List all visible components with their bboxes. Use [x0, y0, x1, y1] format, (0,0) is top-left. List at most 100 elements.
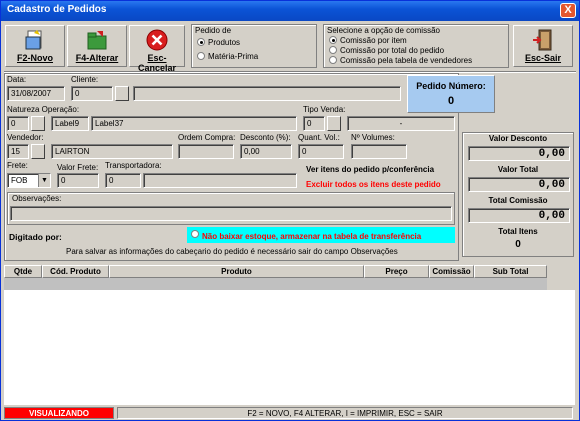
valor-total-value: 0,00: [468, 177, 570, 192]
observacoes-input[interactable]: [10, 206, 452, 221]
digitado-por-label: Digitado por:: [9, 232, 62, 242]
natureza-search-button[interactable]: [31, 116, 45, 131]
ordem-compra-label: Ordem Compra:: [178, 133, 236, 142]
frete-select-value: FOB: [11, 176, 28, 185]
radio-materia-prima-label: Matéria-Prima: [208, 52, 259, 61]
col-comissao[interactable]: Comissão: [429, 265, 474, 278]
items-grid-header: Qtde Cód. Produto Produto Preço Comissão…: [4, 265, 547, 278]
observacoes-label: Observações:: [12, 194, 62, 203]
cancelar-label: Esc-Cancelar: [137, 53, 177, 73]
natureza-label37-field: Label37: [91, 116, 297, 131]
col-preco[interactable]: Preço: [364, 265, 429, 278]
valor-desconto-label: Valor Desconto: [488, 134, 548, 143]
col-sub-total[interactable]: Sub Total: [474, 265, 547, 278]
sair-label: Esc-Sair: [524, 53, 562, 63]
vendedor-search-button[interactable]: [31, 144, 45, 159]
ver-itens-link[interactable]: Ver itens do pedido p/conferência: [306, 165, 434, 174]
radio-comissao-item-dot[interactable]: [329, 36, 337, 44]
radio-comissao-total-dot[interactable]: [329, 46, 337, 54]
novo-button[interactable]: F2-Novo: [5, 25, 65, 67]
col-produto[interactable]: Produto: [109, 265, 364, 278]
cliente-code-input[interactable]: 0: [71, 86, 113, 101]
vendedor-code-input[interactable]: 15: [7, 144, 29, 159]
transportadora-label: Transportadora:: [105, 161, 162, 170]
data-input[interactable]: 31/08/2007: [7, 86, 65, 101]
shortcuts-bar: F2 = NOVO, F4 ALTERAR, I = IMPRIMIR, ESC…: [117, 407, 573, 419]
radio-comissao-item-label: Comissão por item: [340, 36, 407, 45]
total-comissao-value: 0,00: [468, 208, 570, 223]
natureza-label9-field: Label9: [51, 116, 89, 131]
col-cod-produto[interactable]: Cód. Produto: [42, 265, 109, 278]
quant-vol-input[interactable]: 0: [298, 144, 344, 159]
new-document-icon: [25, 30, 42, 50]
tipo-venda-search-button[interactable]: [327, 116, 341, 131]
alterar-label: F4-Alterar: [75, 53, 119, 63]
comissao-title: Selecione a opção de comissão: [327, 26, 440, 35]
chevron-down-icon[interactable]: ▼: [38, 174, 50, 187]
vendedor-name-field: LAIRTON: [51, 144, 173, 159]
novo-label: F2-Novo: [17, 53, 53, 63]
pedido-numero-box: Pedido Número: 0: [407, 75, 495, 113]
pedido-numero-value: 0: [447, 95, 455, 107]
mode-indicator: VISUALIZANDO: [4, 407, 114, 419]
vendedor-label: Vendedor:: [7, 133, 44, 142]
sair-button[interactable]: Esc-Sair: [513, 25, 573, 67]
alterar-button[interactable]: F4-Alterar: [67, 25, 127, 67]
volumes-label: Nº Volumes:: [351, 133, 395, 142]
cliente-name-input[interactable]: [133, 86, 401, 101]
radio-produtos-dot[interactable]: [197, 38, 205, 46]
desconto-input[interactable]: 0,00: [240, 144, 292, 159]
total-itens-value: 0: [515, 239, 521, 250]
pedido-de-group: Pedido de Produtos Matéria-Prima: [191, 24, 317, 68]
comissao-group: Selecione a opção de comissão Comissão p…: [323, 24, 509, 68]
radio-comissao-tabela-label: Comissão pela tabela de vendedores: [340, 56, 473, 65]
frete-select[interactable]: FOB ▼: [7, 173, 51, 188]
tipo-venda-label: Tipo Venda:: [303, 105, 346, 114]
total-itens-label: Total Itens: [498, 227, 538, 236]
frete-label: Frete:: [7, 161, 28, 170]
title-bar: Cadastro de Pedidos: [1, 1, 579, 21]
items-grid-body[interactable]: [4, 290, 575, 405]
col-qtde[interactable]: Qtde: [4, 265, 42, 278]
total-comissao-label: Total Comissão: [488, 196, 548, 205]
transportadora-name-field: [143, 173, 297, 188]
nao-baixar-label: Não baixar estoque, armazenar na tabela …: [202, 232, 422, 241]
window-close-button[interactable]: X: [560, 3, 576, 18]
radio-comissao-total[interactable]: Comissão por total do pedido: [329, 46, 444, 55]
data-label: Data:: [7, 75, 27, 84]
cancel-icon: [146, 29, 168, 51]
valor-frete-label: Valor Frete:: [57, 163, 99, 172]
radio-comissao-item[interactable]: Comissão por item: [329, 36, 407, 45]
radio-produtos-label: Produtos: [208, 38, 241, 47]
radio-materia-prima[interactable]: Matéria-Prima: [197, 52, 258, 61]
natureza-label: Natureza Operação:: [7, 105, 80, 114]
excluir-itens-link[interactable]: Excluir todos os itens deste pedido: [306, 180, 441, 189]
natureza-code-input[interactable]: 0: [7, 116, 29, 131]
radio-comissao-total-label: Comissão por total do pedido: [340, 46, 445, 55]
cliente-label: Cliente:: [71, 75, 99, 84]
radio-materia-prima-dot[interactable]: [197, 52, 205, 60]
nao-baixar-radio[interactable]: [191, 230, 199, 238]
radio-comissao-tabela[interactable]: Comissão pela tabela de vendedores: [329, 56, 472, 65]
ordem-compra-input[interactable]: [178, 144, 234, 159]
pedido-de-title: Pedido de: [195, 26, 232, 35]
valor-desconto-value: 0,00: [468, 146, 570, 161]
valor-total-label: Valor Total: [497, 165, 539, 174]
valor-frete-input[interactable]: 0: [57, 173, 99, 188]
radio-produtos[interactable]: Produtos: [197, 38, 240, 47]
nao-baixar-option[interactable]: Não baixar estoque, armazenar na tabela …: [187, 227, 455, 243]
radio-comissao-tabela-dot[interactable]: [329, 56, 337, 64]
window: Cadastro de Pedidos X F2-Novo F4-Alterar…: [0, 0, 580, 421]
quant-vol-label: Quant. Vol.:: [298, 133, 340, 142]
transportadora-code-input[interactable]: 0: [105, 173, 141, 188]
cancelar-button[interactable]: Esc-Cancelar: [129, 25, 185, 73]
items-grid-empty-row[interactable]: [4, 278, 547, 290]
salvar-hint: Para salvar as informações do cabeçario …: [66, 247, 398, 256]
tipo-venda-desc-field: -: [347, 116, 455, 131]
volumes-input[interactable]: [351, 144, 407, 159]
pedido-numero-label: Pedido Número:: [416, 81, 486, 91]
window-title: Cadastro de Pedidos: [7, 4, 107, 15]
exit-door-icon: [533, 29, 552, 51]
cliente-search-button[interactable]: [115, 86, 129, 101]
tipo-venda-code-input[interactable]: 0: [303, 116, 325, 131]
